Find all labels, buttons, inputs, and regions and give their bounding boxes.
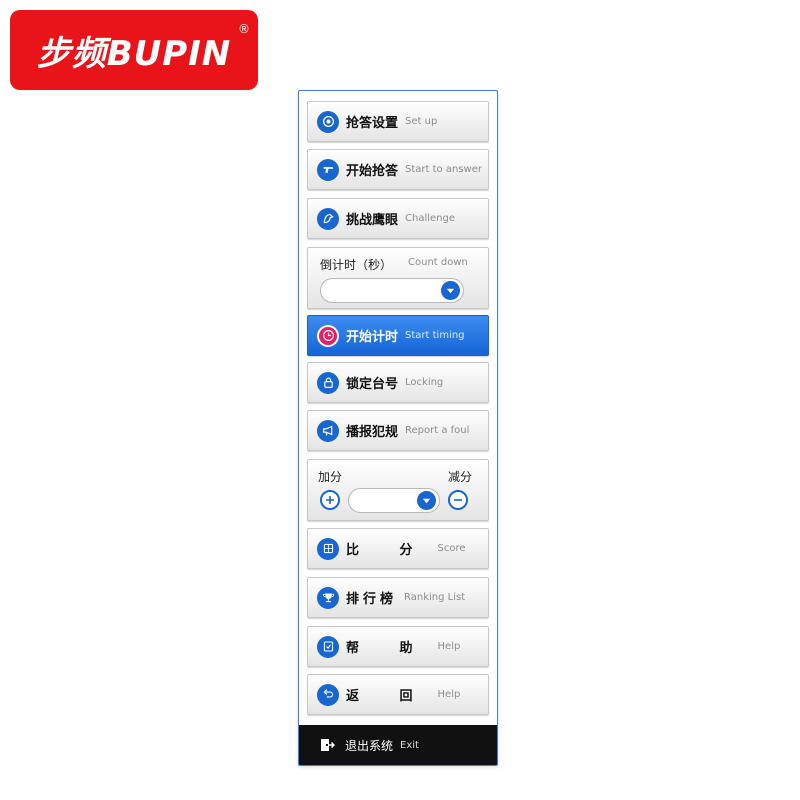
exit-label: 退出系统 bbox=[345, 738, 394, 753]
checklist-icon bbox=[317, 635, 339, 658]
locking-label: 锁定台号 bbox=[346, 377, 399, 392]
challenge-button[interactable]: 挑战鹰眼 Challenge bbox=[307, 198, 489, 239]
score-label-en: Score bbox=[437, 543, 466, 554]
clock-icon bbox=[317, 324, 339, 347]
setup-label-en: Set up bbox=[405, 116, 438, 127]
score-label: 比 分 bbox=[346, 543, 431, 558]
subtract-score-label: 减分 bbox=[447, 470, 472, 484]
eagle-icon bbox=[317, 207, 339, 230]
countdown-label-en: Count down bbox=[408, 257, 468, 268]
start-answer-label-en: Start to answer bbox=[405, 164, 482, 175]
challenge-label-en: Challenge bbox=[405, 213, 456, 224]
report-foul-label: 播报犯规 bbox=[346, 425, 399, 440]
back-label-en: Help bbox=[437, 689, 461, 700]
control-panel: 抢答设置 Set up 开始抢答 Start to answer 挑战鹰眼 Ch… bbox=[298, 90, 498, 766]
lock-icon bbox=[317, 371, 339, 394]
challenge-label: 挑战鹰眼 bbox=[346, 213, 399, 228]
score-adjust-box: 加分 减分 bbox=[307, 459, 489, 521]
locking-label-en: Locking bbox=[405, 377, 444, 388]
megaphone-icon bbox=[317, 419, 339, 442]
page: 步频BUPIN ® 抢答设置 Set up 开始抢答 Start to answ… bbox=[0, 0, 800, 800]
registered-mark: ® bbox=[238, 22, 250, 36]
help-button[interactable]: 帮 助 Help bbox=[307, 626, 489, 667]
report-foul-label-en: Report a foul bbox=[405, 425, 470, 436]
exit-door-icon bbox=[321, 739, 335, 751]
setup-label: 抢答设置 bbox=[346, 116, 399, 131]
countdown-box: 倒计时（秒） Count down bbox=[307, 247, 489, 309]
exit-label-en: Exit bbox=[400, 739, 419, 751]
score-button[interactable]: 比 分 Score bbox=[307, 528, 489, 569]
plus-icon[interactable] bbox=[320, 490, 340, 510]
chevron-down-icon[interactable] bbox=[417, 491, 436, 510]
buzzer-gun-icon bbox=[317, 158, 339, 181]
brand-logo: 步频BUPIN ® bbox=[10, 10, 258, 90]
locking-button[interactable]: 锁定台号 Locking bbox=[307, 362, 489, 403]
report-foul-button[interactable]: 播报犯规 Report a foul bbox=[307, 410, 489, 451]
countdown-select[interactable] bbox=[320, 278, 464, 303]
ranking-label: 排行榜 bbox=[346, 592, 398, 607]
trophy-icon bbox=[317, 586, 339, 609]
return-icon bbox=[317, 683, 339, 706]
scoreboard-icon bbox=[317, 537, 339, 560]
score-adjust-select[interactable] bbox=[348, 488, 440, 513]
start-answer-button[interactable]: 开始抢答 Start to answer bbox=[307, 149, 489, 190]
minus-icon[interactable] bbox=[448, 490, 468, 510]
start-answer-label: 开始抢答 bbox=[346, 164, 399, 179]
setup-button[interactable]: 抢答设置 Set up bbox=[307, 101, 489, 142]
chevron-down-icon[interactable] bbox=[441, 281, 460, 300]
back-button[interactable]: 返 回 Help bbox=[307, 674, 489, 715]
ranking-button[interactable]: 排行榜 Ranking List bbox=[307, 577, 489, 618]
target-icon bbox=[317, 110, 339, 133]
brand-logo-text: 步频BUPIN bbox=[36, 33, 232, 74]
help-label: 帮 助 bbox=[346, 641, 431, 656]
countdown-label: 倒计时（秒） bbox=[320, 258, 393, 272]
start-timing-label: 开始计时 bbox=[346, 330, 399, 345]
start-timing-button[interactable]: 开始计时 Start timing bbox=[307, 315, 489, 356]
add-score-label: 加分 bbox=[318, 470, 343, 484]
ranking-label-en: Ranking List bbox=[404, 592, 466, 603]
back-label: 返 回 bbox=[346, 689, 431, 704]
help-label-en: Help bbox=[437, 641, 461, 652]
start-timing-label-en: Start timing bbox=[405, 330, 465, 341]
exit-button[interactable]: 退出系统 Exit bbox=[299, 725, 497, 765]
